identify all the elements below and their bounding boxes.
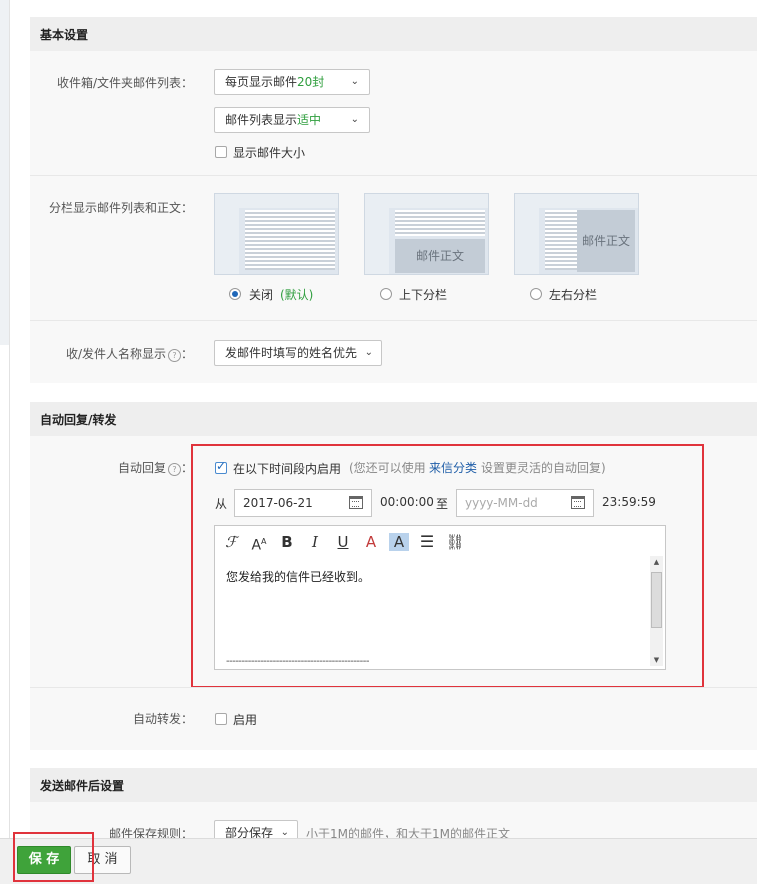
- section-header-auto-reply: 自动回复/转发: [30, 402, 757, 436]
- chevron-down-icon: ⌄: [364, 347, 373, 358]
- left-edge-strip: [0, 0, 10, 883]
- layout-preview-left-right[interactable]: 邮件正文: [514, 193, 639, 275]
- show-size-label: 显示邮件大小: [233, 146, 306, 160]
- name-display-label-row: 收/发件人名称显示?：: [65, 347, 193, 362]
- auto-reply-label-row: 自动回复?：: [117, 461, 193, 476]
- auto-forward-checkbox[interactable]: [215, 713, 227, 725]
- help-icon[interactable]: ?: [167, 463, 181, 476]
- layout-default-note: (默认): [280, 288, 314, 302]
- layout-radio-off[interactable]: [229, 288, 241, 300]
- auto-forward-label: 自动转发：: [132, 712, 193, 726]
- section-header-after-send: 发送邮件后设置: [30, 768, 757, 802]
- auto-reply-label: 自动回复: [117, 461, 166, 475]
- list-display-select[interactable]: 邮件列表显示适中 ⌄: [214, 107, 370, 133]
- highlight-frame: [191, 444, 704, 688]
- highlight-frame-save: [13, 832, 94, 882]
- mail-list-label: 收件箱/文件夹邮件列表：: [56, 76, 193, 90]
- layout-preview-top-bottom[interactable]: 邮件正文: [364, 193, 489, 275]
- layout-top-bar: [215, 194, 338, 208]
- layout-sidebar: [515, 208, 539, 274]
- left-edge-shade: [0, 0, 9, 345]
- per-page-prefix: 每页显示邮件: [225, 75, 298, 89]
- name-display-select[interactable]: 发邮件时填写的姓名优先 ⌄: [214, 340, 382, 366]
- chevron-down-icon: ⌄: [350, 114, 359, 125]
- show-size-checkbox[interactable]: [215, 146, 227, 158]
- layout-sidebar: [215, 208, 239, 274]
- layout-mail-lines: [545, 210, 577, 270]
- layout-label-left-right: 左右分栏: [549, 288, 598, 302]
- name-display-label: 收/发件人名称显示: [65, 347, 166, 361]
- layout-label-off: 关闭: [249, 288, 274, 302]
- divider: [30, 175, 757, 176]
- chevron-down-icon: ⌄: [350, 76, 359, 87]
- layout-top-bar: [365, 194, 488, 208]
- divider: [30, 320, 757, 321]
- list-display-value: 适中: [297, 113, 322, 127]
- per-page-select[interactable]: 每页显示邮件20封 ⌄: [214, 69, 370, 95]
- layout-mail-lines: [395, 210, 485, 236]
- help-icon[interactable]: ?: [167, 349, 181, 362]
- section-header-basic: 基本设置: [30, 17, 757, 51]
- layout-radio-left-right[interactable]: [530, 288, 542, 300]
- list-display-prefix: 邮件列表显示: [225, 113, 298, 127]
- layout-sidebar: [365, 208, 389, 274]
- layout-mail-lines: [245, 210, 335, 270]
- layout-body-pane: 邮件正文: [577, 210, 635, 272]
- layout-label-top-bottom: 上下分栏: [399, 288, 448, 302]
- layout-top-bar: [515, 194, 638, 208]
- layout-body-pane: 邮件正文: [395, 239, 485, 273]
- section-title-after-send: 发送邮件后设置: [40, 779, 125, 793]
- divider: [30, 687, 757, 688]
- section-title-auto-reply: 自动回复/转发: [40, 413, 117, 427]
- split-label: 分栏显示邮件列表和正文：: [48, 201, 193, 215]
- layout-preview-off[interactable]: [214, 193, 339, 275]
- name-display-value: 发邮件时填写的姓名优先: [225, 346, 358, 360]
- layout-radio-top-bottom[interactable]: [380, 288, 392, 300]
- section-title-basic: 基本设置: [40, 28, 89, 42]
- auto-forward-enable-label: 启用: [233, 713, 258, 727]
- per-page-value: 20封: [297, 75, 325, 89]
